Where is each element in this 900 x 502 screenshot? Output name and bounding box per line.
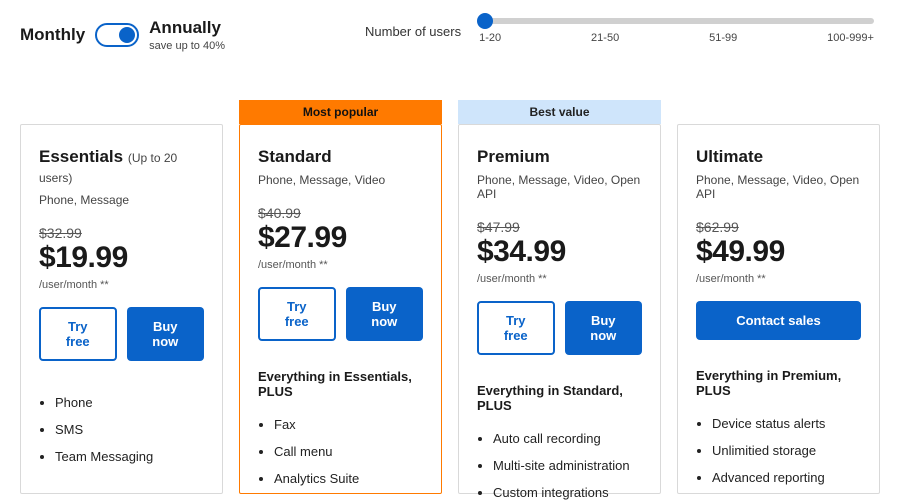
users-ticks: 1-20 21-50 51-99 100-999+ [479, 32, 874, 44]
users-block: Number of users 1-20 21-50 51-99 100-999… [365, 18, 880, 44]
feature-item: Device status alerts [712, 416, 861, 431]
price-per: /user/month ** [258, 259, 423, 271]
plan-standard-wrap: Most popular Standard Phone, Message, Vi… [239, 100, 442, 494]
plan-essentials: Essentials (Up to 20 users) Phone, Messa… [20, 124, 223, 494]
feature-item: Analytics Suite [274, 471, 423, 486]
feature-item: Call menu [274, 444, 423, 459]
users-label: Number of users [365, 24, 461, 39]
plans-row: Essentials (Up to 20 users) Phone, Messa… [20, 100, 880, 494]
plan-standard: Standard Phone, Message, Video $40.99 $2… [239, 124, 442, 494]
feature-item: Multi-site administration [493, 458, 642, 473]
plan-premium: Premium Phone, Message, Video, Open API … [458, 124, 661, 494]
plan-desc: Phone, Message [39, 193, 204, 207]
tick: 100-999+ [827, 32, 874, 44]
top-controls: Monthly Annually save up to 40% Number o… [20, 18, 880, 52]
plan-title: Premium [477, 147, 642, 167]
price: $19.99 [39, 241, 204, 275]
price: $27.99 [258, 221, 423, 255]
cta-row: Contact sales [696, 301, 861, 340]
original-price: $32.99 [39, 225, 204, 241]
feature-item: Phone [55, 395, 204, 410]
annually-label[interactable]: Annually [149, 18, 225, 38]
plan-desc: Phone, Message, Video, Open API [696, 173, 861, 201]
billing-toggle-group: Monthly Annually save up to 40% [20, 18, 225, 52]
try-free-button[interactable]: Try free [258, 287, 336, 341]
original-price: $62.99 [696, 219, 861, 235]
feature-item: Unlimitied storage [712, 443, 861, 458]
users-slider-column: 1-20 21-50 51-99 100-999+ [479, 18, 874, 44]
buy-now-button[interactable]: Buy now [346, 287, 424, 341]
feature-list: Fax Call menu Analytics Suite [274, 417, 423, 486]
cta-row: Try free Buy now [39, 307, 204, 361]
feature-list: Auto call recording Multi-site administr… [493, 431, 642, 500]
price-per: /user/month ** [696, 273, 861, 285]
feature-item: Auto call recording [493, 431, 642, 446]
plan-title: Ultimate [696, 147, 861, 167]
plan-essentials-wrap: Essentials (Up to 20 users) Phone, Messa… [20, 100, 223, 494]
plus-heading: Everything in Premium, PLUS [696, 368, 861, 398]
plan-ultimate: Ultimate Phone, Message, Video, Open API… [677, 124, 880, 494]
feature-item: Team Messaging [55, 449, 204, 464]
original-price: $47.99 [477, 219, 642, 235]
plus-heading: Everything in Essentials, PLUS [258, 369, 423, 399]
plus-heading: Everything in Standard, PLUS [477, 383, 642, 413]
feature-item: SMS [55, 422, 204, 437]
original-price: $40.99 [258, 205, 423, 221]
try-free-button[interactable]: Try free [477, 301, 555, 355]
monthly-label[interactable]: Monthly [20, 25, 85, 45]
plan-name: Essentials [39, 147, 123, 166]
try-free-button[interactable]: Try free [39, 307, 117, 361]
users-slider[interactable] [479, 18, 874, 24]
contact-sales-button[interactable]: Contact sales [696, 301, 861, 340]
tick: 1-20 [479, 32, 501, 44]
feature-list: Phone SMS Team Messaging [55, 395, 204, 464]
price: $34.99 [477, 235, 642, 269]
feature-item: Fax [274, 417, 423, 432]
cta-row: Try free Buy now [258, 287, 423, 341]
buy-now-button[interactable]: Buy now [565, 301, 643, 355]
annually-wrap: Annually save up to 40% [149, 18, 225, 52]
plan-ultimate-wrap: Ultimate Phone, Message, Video, Open API… [677, 100, 880, 494]
badge-most-popular: Most popular [239, 100, 442, 124]
cta-row: Try free Buy now [477, 301, 642, 355]
plan-title: Essentials (Up to 20 users) [39, 147, 204, 187]
plan-premium-wrap: Best value Premium Phone, Message, Video… [458, 100, 661, 494]
price-per: /user/month ** [39, 279, 204, 291]
price: $49.99 [696, 235, 861, 269]
tick: 21-50 [591, 32, 619, 44]
feature-item: Advanced reporting [712, 470, 861, 485]
buy-now-button[interactable]: Buy now [127, 307, 205, 361]
plan-desc: Phone, Message, Video [258, 173, 423, 187]
feature-item: Custom integrations [493, 485, 642, 500]
badge-best-value: Best value [458, 100, 661, 124]
tick: 51-99 [709, 32, 737, 44]
billing-switch[interactable] [95, 23, 139, 47]
feature-list: Device status alerts Unlimitied storage … [712, 416, 861, 485]
plan-desc: Phone, Message, Video, Open API [477, 173, 642, 201]
price-per: /user/month ** [477, 273, 642, 285]
plan-title: Standard [258, 147, 423, 167]
save-note: save up to 40% [149, 40, 225, 52]
